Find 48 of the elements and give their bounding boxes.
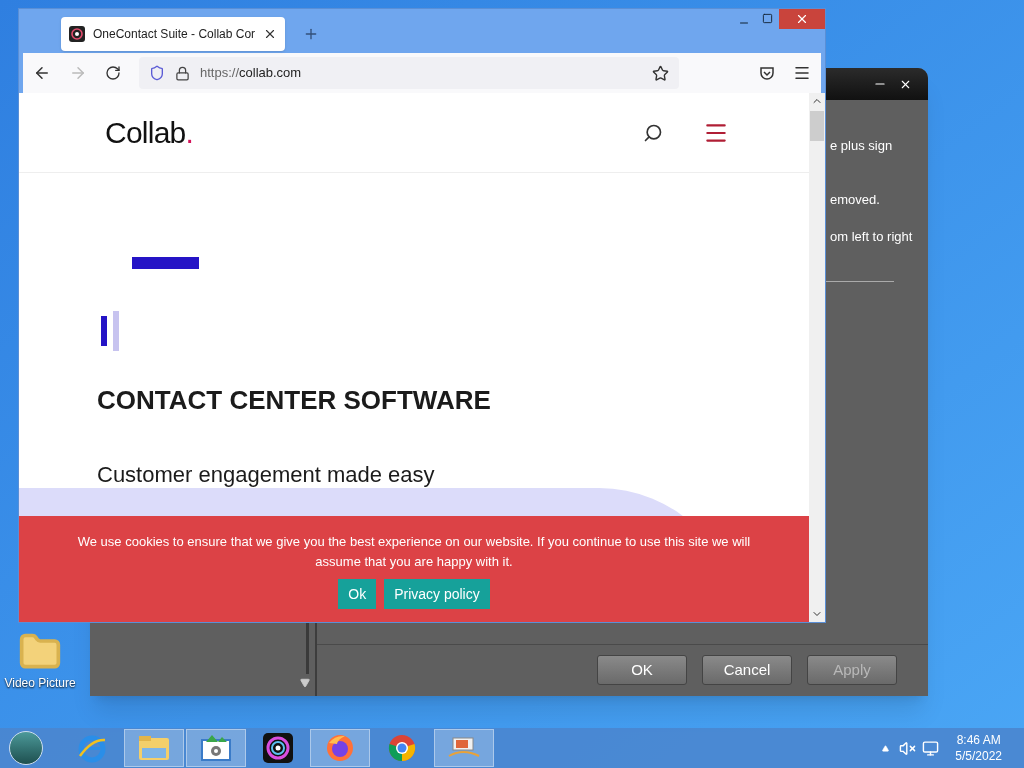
camera-lens-icon <box>69 26 85 42</box>
speaker-muted-icon[interactable] <box>899 739 917 757</box>
taskbar-button[interactable] <box>186 729 246 767</box>
camera-lens-icon <box>263 733 293 763</box>
dialog-button[interactable]: Cancel <box>702 655 792 685</box>
tab-title: OneContact Suite - Collab Cor <box>93 26 255 43</box>
tray-expand-icon[interactable] <box>882 744 890 752</box>
search-icon[interactable] <box>643 122 663 143</box>
fox-globe-icon <box>325 733 355 763</box>
dialog-button[interactable]: OK <box>597 655 687 685</box>
page-heading: CONTACT CENTER SOFTWARE <box>97 384 492 417</box>
clock[interactable]: 8:46 AM 5/5/2022 <box>955 732 1002 764</box>
cookie-message: We use cookies to ensure that we give you the best experience on our website. If you continue to use this site we will assume that you are happy with it. <box>76 533 752 571</box>
desktop-icon-label[interactable]: Video Picture <box>4 674 76 692</box>
scrollbar-thumb[interactable] <box>810 111 824 141</box>
new-tab-icon[interactable] <box>303 26 319 42</box>
logo[interactable]: Collab. <box>105 110 194 155</box>
dialog-text: om left to right <box>830 228 914 246</box>
lock-icon[interactable] <box>175 65 190 81</box>
vertical-bars-icon <box>99 311 121 351</box>
start-button[interactable] <box>9 731 43 765</box>
network-icon[interactable] <box>922 739 940 757</box>
url-text: https://collab.com <box>200 64 303 83</box>
browser-tab[interactable]: OneContact Suite - Collab Cor <box>61 17 285 51</box>
dialog-text: e plus sign <box>830 137 894 155</box>
round-browser-icon <box>387 733 417 763</box>
close-icon[interactable] <box>263 27 277 41</box>
pocket-icon[interactable] <box>759 65 775 81</box>
cookie-button[interactable]: Privacy policy <box>384 579 490 609</box>
maximize-icon[interactable] <box>762 13 773 24</box>
folder-icon <box>138 734 170 762</box>
back-icon[interactable] <box>33 64 51 82</box>
clock-date: 5/5/2022 <box>955 748 1002 764</box>
bookmark-star-icon[interactable] <box>652 64 669 82</box>
menu-icon[interactable] <box>793 64 811 82</box>
close-icon <box>795 12 809 26</box>
accent-bar <box>132 257 199 269</box>
computer-cable-icon <box>447 736 481 760</box>
address-bar[interactable]: https://collab.com <box>139 57 679 89</box>
scroll-down-icon[interactable] <box>300 678 310 688</box>
page-subheading: Customer engagement made easy <box>97 461 436 489</box>
reload-icon[interactable] <box>105 65 121 81</box>
shield-icon[interactable] <box>149 65 165 81</box>
dialog-text: emoved. <box>830 190 881 209</box>
clock-time: 8:46 AM <box>956 732 1001 748</box>
scrollbar[interactable] <box>809 93 825 622</box>
window-gear-icon <box>200 734 232 762</box>
cookie-button[interactable]: Ok <box>338 579 377 609</box>
